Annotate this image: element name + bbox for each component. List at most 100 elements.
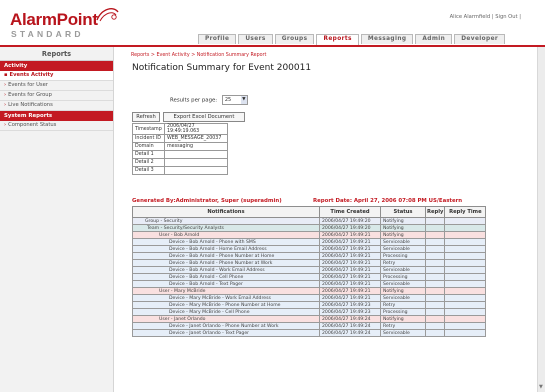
- col-status[interactable]: Status: [380, 206, 426, 218]
- export-excel-button[interactable]: Export Excel Document: [163, 112, 245, 122]
- status-cell: Serviceable: [380, 329, 426, 337]
- results-per-page-select[interactable]: 25 ▼: [221, 95, 248, 105]
- sign-out-link[interactable]: Sign Out: [495, 14, 517, 20]
- table-row[interactable]: User - Janet Orlando 2006/04/27 19:49:24 N…: [132, 315, 487, 323]
- reply-cell: [424, 231, 446, 239]
- time-created-cell: 2006/04/27 19:49:21: [319, 231, 381, 239]
- reply-cell: [424, 315, 446, 323]
- sidebar-item-label: Events for Group: [8, 92, 52, 98]
- sidebar-item-live-notifications[interactable]: › Live Notifications: [0, 101, 113, 111]
- col-reply-time[interactable]: Reply Time: [444, 206, 487, 218]
- sidebar-item-component-status[interactable]: › Component Status: [0, 121, 113, 131]
- bullet-icon: ›: [4, 82, 7, 88]
- tab-groups[interactable]: Groups: [274, 34, 315, 44]
- tab-developer[interactable]: Developer: [454, 34, 506, 44]
- table-row[interactable]: User - Mary McBride 2006/04/27 19:49:21 No…: [132, 287, 487, 295]
- reply-cell: [424, 329, 446, 337]
- main-nav-tabs: Profile Users Groups Reports Messaging A…: [198, 34, 506, 45]
- report-date: Report Date: April 27, 2006 07:08 PM US/…: [313, 198, 463, 204]
- tab-admin[interactable]: Admin: [415, 34, 453, 44]
- reply-time-cell: [444, 231, 487, 239]
- reply-cell: [424, 273, 446, 281]
- time-created-cell: 2006/04/27 19:49:21: [319, 252, 381, 260]
- sidebar-item-events-for-user[interactable]: › Events for User: [0, 81, 113, 91]
- info-row: Timestamp 2006/04/27 19:49:19.063: [132, 123, 228, 135]
- reply-time-cell: [444, 308, 487, 316]
- reply-cell: [424, 224, 446, 232]
- breadcrumb[interactable]: Reports > Event Activity > Notification …: [131, 53, 266, 58]
- table-row[interactable]: Device - Bob Arnold - Cell Phone 2006/04/…: [132, 273, 487, 281]
- notification-name-cell: Device - Bob Arnold - Phone Number at Ho…: [132, 252, 320, 260]
- user-name-link[interactable]: Alice Alarmfield: [450, 14, 491, 20]
- table-row[interactable]: User - Bob Arnold 2006/04/27 19:49:21 Noti…: [132, 231, 487, 239]
- link-separator: |: [491, 14, 494, 20]
- notification-name-cell: Device - Janet Orlando - Phone Number at…: [132, 322, 320, 330]
- table-row[interactable]: Device - Bob Arnold - Phone Number at Ho…: [132, 252, 487, 260]
- col-notifications[interactable]: Notifications: [132, 206, 320, 218]
- notification-name-cell: Device - Bob Arnold - Phone Number at Wo…: [132, 259, 320, 267]
- refresh-button[interactable]: Refresh: [132, 112, 160, 122]
- reply-time-cell: [444, 238, 487, 246]
- reply-cell: [424, 259, 446, 267]
- arrow-down-icon[interactable]: ▼: [539, 384, 543, 390]
- tab-messaging[interactable]: Messaging: [360, 34, 414, 44]
- main-content: Reports > Event Activity > Notification …: [120, 47, 535, 392]
- table-row[interactable]: Device - Bob Arnold - Phone Number at Wo…: [132, 259, 487, 267]
- status-cell: Notifying: [380, 287, 426, 295]
- reply-cell: [424, 301, 446, 309]
- reply-time-cell: [444, 322, 487, 330]
- time-created-cell: 2006/04/27 19:49:21: [319, 273, 381, 281]
- reply-time-cell: [444, 301, 487, 309]
- col-time-created[interactable]: Time Created: [319, 206, 381, 218]
- table-row[interactable]: Device - Bob Arnold - Work Email Address…: [132, 266, 487, 274]
- status-cell: Serviceable: [380, 266, 426, 274]
- time-created-cell: 2006/04/27 19:49:23: [319, 308, 381, 316]
- reply-cell: [424, 294, 446, 302]
- info-key: Detail 2: [132, 158, 165, 167]
- reply-time-cell: [444, 252, 487, 260]
- table-row[interactable]: Device - Bob Arnold - Text Pager 2006/04/…: [132, 280, 487, 288]
- table-row[interactable]: Device - Mary McBride - Phone Number at …: [132, 301, 487, 309]
- time-created-cell: 2006/04/27 19:49:24: [319, 329, 381, 337]
- status-cell: Serviceable: [380, 238, 426, 246]
- reply-cell: [424, 266, 446, 274]
- time-created-cell: 2006/04/27 19:49:21: [319, 280, 381, 288]
- reply-cell: [424, 217, 446, 225]
- notification-name-cell: User - Mary McBride: [132, 287, 320, 295]
- info-key: Detail 1: [132, 150, 165, 159]
- notification-name-cell: Device - Janet Orlando - Text Pager: [132, 329, 320, 337]
- sidebar: Reports Activity ▪ Events Activity › Event…: [0, 47, 114, 392]
- time-created-cell: 2006/04/27 19:49:21: [319, 259, 381, 267]
- reply-cell: [424, 238, 446, 246]
- sidebar-item-events-for-group[interactable]: › Events for Group: [0, 91, 113, 101]
- table-row[interactable]: Device - Janet Orlando - Text Pager 2006/…: [132, 329, 487, 337]
- sidebar-item-events-activity[interactable]: ▪ Events Activity: [0, 71, 113, 81]
- table-row[interactable]: Device - Mary McBride - Work Email Addre…: [132, 294, 487, 302]
- table-row[interactable]: Device - Bob Arnold - Phone with SMS 2006…: [132, 238, 487, 246]
- generated-by: Generated By:Administrator, Super (super…: [132, 198, 282, 204]
- notification-name-cell: Device - Bob Arnold - Phone with SMS: [132, 238, 320, 246]
- bullet-icon: ›: [4, 122, 7, 128]
- bullet-icon: ›: [4, 102, 7, 108]
- col-reply[interactable]: Reply: [424, 206, 446, 218]
- notification-name-cell: User - Janet Orlando: [132, 315, 320, 323]
- table-row[interactable]: Device - Bob Arnold - Home Email Address…: [132, 245, 487, 253]
- reply-time-cell: [444, 329, 487, 337]
- reply-time-cell: [444, 280, 487, 288]
- info-value: [164, 158, 228, 167]
- tab-reports[interactable]: Reports: [316, 34, 359, 45]
- table-row[interactable]: Group - Security 2006/04/27 19:49:20 Notif…: [132, 217, 487, 225]
- status-cell: Serviceable: [380, 280, 426, 288]
- tab-profile[interactable]: Profile: [198, 34, 237, 44]
- table-row[interactable]: Team - Security/Security Analysts 2006/04…: [132, 224, 487, 232]
- alarmpoint-logo[interactable]: AlarmPoint STANDARD: [8, 6, 126, 42]
- sidebar-item-label: Events Activity: [9, 72, 54, 78]
- time-created-cell: 2006/04/27 19:49:24: [319, 322, 381, 330]
- reply-time-cell: [444, 217, 487, 225]
- notification-name-cell: Device - Bob Arnold - Work Email Address: [132, 266, 320, 274]
- tab-users[interactable]: Users: [238, 34, 273, 44]
- table-row[interactable]: Device - Janet Orlando - Phone Number at…: [132, 322, 487, 330]
- sidebar-item-label: Events for User: [8, 82, 48, 88]
- table-row[interactable]: Device - Mary McBride - Cell Phone 2006/0…: [132, 308, 487, 316]
- page-scrollbar[interactable]: ▼: [537, 47, 545, 392]
